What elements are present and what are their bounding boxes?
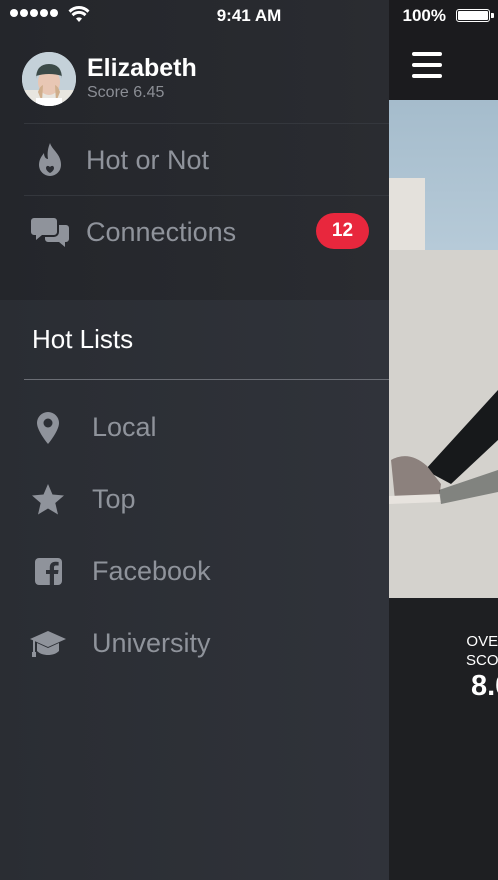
overall-score-value: 8.0 [471, 670, 498, 702]
battery-icon [456, 9, 494, 22]
list-item-top[interactable]: Top [0, 464, 389, 536]
list-item-label: University [92, 628, 211, 658]
section-title-hot-lists: Hot Lists [32, 324, 134, 354]
photo-scene [389, 178, 498, 598]
list-item-label: Top [92, 484, 136, 514]
facebook-icon [35, 558, 62, 585]
menu-item-label: Connections [86, 217, 237, 247]
avatar-photo [22, 52, 76, 106]
menu-item-label: Hot or Not [86, 145, 210, 175]
status-bar: 9:41 AM 100% [0, 0, 498, 32]
profile-photo[interactable] [389, 100, 498, 598]
star-icon [32, 484, 64, 515]
list-item-local[interactable]: Local [0, 392, 389, 464]
side-drawer: Elizabeth Score 6.45 Hot or Not Connecti… [0, 0, 389, 880]
section-divider [24, 379, 389, 380]
list-item-label: Facebook [92, 556, 211, 586]
menu-item-hot-or-not[interactable]: Hot or Not [0, 124, 389, 196]
list-item-facebook[interactable]: Facebook [0, 536, 389, 608]
profile-name[interactable]: Elizabeth [87, 54, 197, 83]
menu-item-connections[interactable]: Connections 12 [0, 196, 389, 268]
battery-percentage: 100% [402, 6, 446, 25]
profile-header[interactable] [22, 52, 76, 106]
graduation-cap-icon [30, 631, 66, 657]
notification-badge: 12 [316, 213, 369, 249]
overall-score-label: OVE SCO [466, 633, 498, 669]
list-item-university[interactable]: University [0, 608, 389, 680]
profile-score: Score 6.45 [87, 84, 165, 101]
main-content-panel[interactable]: OVE SCO 8.0 [389, 0, 498, 880]
avatar[interactable] [22, 52, 76, 106]
list-item-label: Local [92, 412, 157, 442]
location-pin-icon [37, 412, 59, 444]
flame-icon [39, 143, 61, 176]
menu-button[interactable] [412, 52, 442, 78]
chat-bubbles-icon [31, 218, 69, 247]
